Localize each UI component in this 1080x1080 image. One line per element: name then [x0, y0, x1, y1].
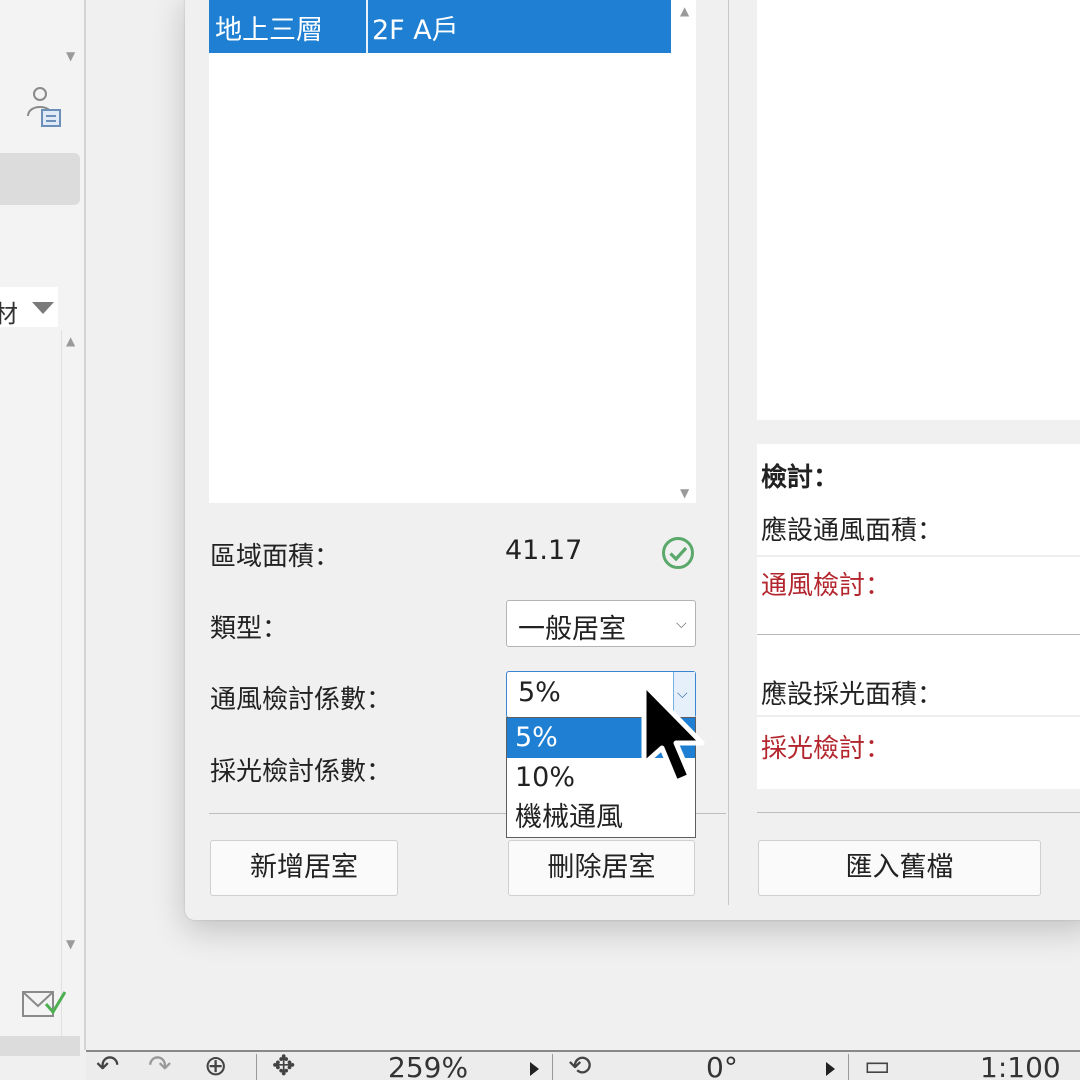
divider — [209, 813, 507, 814]
light-factor-label: 採光檢討係數： — [210, 757, 393, 787]
redo-icon[interactable]: ↷ — [148, 1052, 171, 1080]
check-circle-icon — [661, 536, 695, 570]
light-check-label: 採光檢討： — [761, 734, 892, 764]
divider — [696, 813, 726, 814]
scroll-up-arrow-icon[interactable]: ▲ — [680, 5, 689, 17]
room-floor-cell[interactable]: 地上三層 — [215, 8, 323, 47]
scale-ruler-icon[interactable]: ▭ — [864, 1052, 890, 1080]
vent-factor-option[interactable]: 機械通風 — [507, 798, 695, 838]
divider — [757, 555, 1080, 557]
mouse-pointer-icon — [640, 680, 720, 800]
scroll-down-arrow-icon[interactable]: ▼ — [66, 50, 75, 62]
vent-factor-label: 通風檢討係數： — [210, 685, 393, 715]
scroll-up-arrow-icon[interactable]: ▲ — [66, 335, 75, 347]
chevron-down-icon[interactable]: ⌵ — [676, 616, 687, 632]
required-vent-area-label: 應設通風面積： — [761, 516, 944, 546]
area-value: 41.17 — [505, 535, 583, 566]
scroll-down-arrow-icon[interactable]: ▼ — [680, 487, 689, 499]
required-light-area-label: 應設採光面積： — [761, 680, 944, 710]
vent-factor-select-value: 5% — [518, 677, 561, 708]
mail-check-icon[interactable] — [22, 988, 67, 1020]
divider — [757, 715, 1080, 717]
left-scroll-area — [0, 330, 62, 1050]
left-selected-item[interactable] — [0, 153, 80, 205]
rotate-view-icon[interactable]: ⟲ — [568, 1052, 591, 1080]
status-separator — [552, 1054, 553, 1080]
undo-icon[interactable]: ↶ — [96, 1052, 119, 1080]
zoom-menu-arrow-icon[interactable] — [530, 1062, 539, 1076]
status-separator — [256, 1054, 257, 1080]
preview-pane — [757, 0, 1080, 420]
user-list-icon[interactable] — [24, 86, 64, 130]
zoom-in-icon[interactable]: ⊕ — [204, 1052, 227, 1080]
add-room-button[interactable]: 新增居室 — [210, 840, 398, 896]
chevron-down-icon[interactable] — [32, 302, 54, 314]
review-title: 檢討： — [761, 463, 840, 493]
room-name-cell[interactable]: 2F A戶 — [372, 8, 459, 47]
column-divider — [366, 0, 368, 53]
import-old-file-button[interactable]: 匯入舊檔 — [758, 840, 1041, 896]
vertical-divider — [728, 0, 729, 905]
left-bottom-item[interactable] — [0, 1036, 80, 1056]
left-dropdown-value: 材 — [0, 300, 18, 328]
type-label: 類型： — [210, 614, 289, 644]
drawing-scale[interactable]: 1:100 — [980, 1054, 1061, 1080]
zoom-level[interactable]: 259% — [388, 1054, 468, 1080]
angle-menu-arrow-icon[interactable] — [826, 1062, 835, 1076]
status-separator — [848, 1054, 849, 1080]
divider — [757, 634, 1080, 635]
type-select-value: 一般居室 — [518, 614, 626, 645]
room-list[interactable] — [209, 0, 696, 503]
rotation-angle[interactable]: 0° — [706, 1054, 738, 1080]
area-label: 區域面積： — [210, 542, 341, 572]
scroll-down-arrow-icon[interactable]: ▼ — [66, 938, 75, 950]
vent-check-label: 通風檢討： — [761, 571, 892, 601]
delete-room-button[interactable]: 刪除居室 — [508, 840, 695, 896]
divider — [757, 812, 1080, 813]
pan-icon[interactable]: ✥ — [272, 1052, 295, 1080]
